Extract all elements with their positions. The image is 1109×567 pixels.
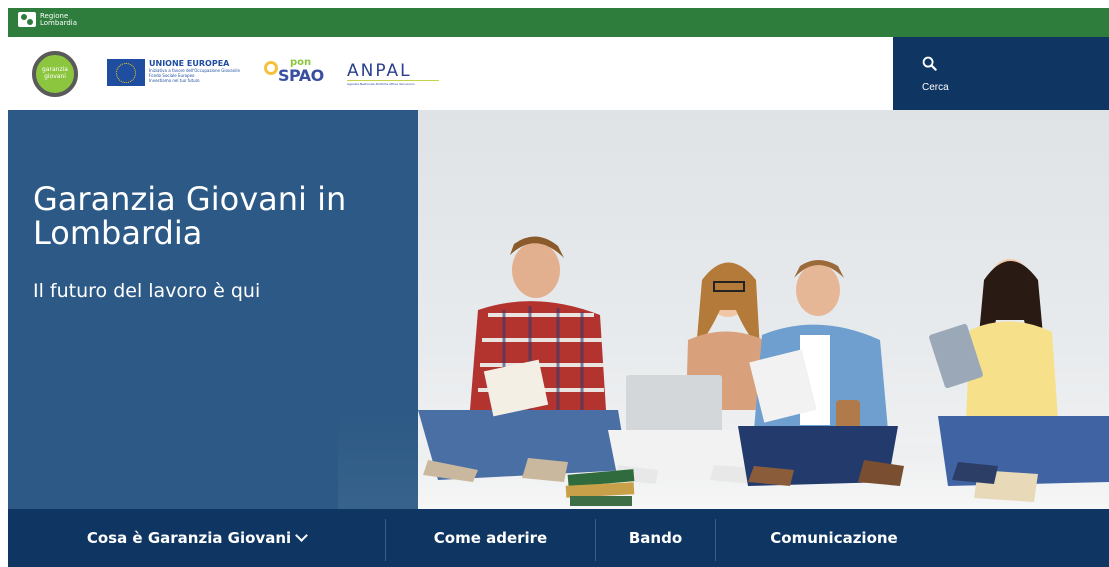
book-stack — [565, 469, 635, 506]
anpal-word: ANPAL — [347, 61, 412, 81]
eu-sub-3: Investiamo nel tuo futuro — [149, 78, 200, 83]
unione-europea-logo: UNIONE EUROPEA Iniziativa a favore dell'… — [107, 59, 249, 86]
nav-item-comunicazione[interactable]: Comunicazione — [716, 509, 952, 567]
student-tablet-woman — [929, 259, 1109, 502]
logo-text-lombardia: Lombardia — [40, 18, 78, 27]
student-denim-shirt — [738, 260, 904, 486]
eu-flag-icon — [107, 59, 145, 86]
search-icon — [922, 56, 937, 71]
student-plaid-shirt — [418, 236, 628, 482]
chevron-down-icon — [295, 529, 309, 542]
students-illustration — [418, 236, 1109, 506]
nav-label-comunicazione: Comunicazione — [770, 529, 898, 547]
gg-logo-text: garanzia giovani — [42, 66, 68, 80]
pon-spao-icon — [264, 61, 278, 75]
hero-subtitle: Il futuro del lavoro è qui — [33, 280, 261, 302]
nav-item-bando[interactable]: Bando — [596, 509, 715, 567]
regione-lombardia-icon — [18, 12, 36, 27]
main-navigation: Cosa è Garanzia Giovani Come aderire Ban… — [8, 509, 1109, 567]
anpal-subtitle: Agenzia Nazionale Politiche Attive del L… — [347, 82, 415, 86]
garanzia-giovani-logo[interactable]: garanzia giovani — [32, 51, 78, 97]
anpal-divider — [347, 80, 439, 81]
eu-title: UNIONE EUROPEA — [149, 59, 230, 68]
nav-label-come-aderire: Come aderire — [433, 529, 548, 547]
hero-image — [418, 110, 1109, 509]
anpal-logo: ANPAL Agenzia Nazionale Politiche Attive… — [347, 61, 443, 87]
nav-item-cosa-e-garanzia-giovani[interactable]: Cosa è Garanzia Giovani — [8, 509, 385, 567]
nav-label-cosa: Cosa è Garanzia Giovani — [86, 529, 292, 547]
nav-item-come-aderire[interactable]: Come aderire — [386, 509, 595, 567]
regione-lombardia-logo[interactable]: Regione Lombardia — [18, 12, 77, 27]
hero-title: Garanzia Giovani in Lombardia — [33, 180, 347, 252]
nav-label-bando: Bando — [628, 529, 683, 547]
search-button[interactable]: Cerca — [893, 37, 1109, 110]
search-label: Cerca — [922, 82, 949, 93]
pon-big-text: SPAO — [278, 66, 324, 85]
pon-spao-logo: pon SPAO — [264, 57, 328, 89]
top-bar: Regione Lombardia — [8, 8, 1109, 37]
hero-overlay — [338, 410, 418, 509]
hero-text-panel: Garanzia Giovani in Lombardia Il futuro … — [8, 110, 418, 509]
